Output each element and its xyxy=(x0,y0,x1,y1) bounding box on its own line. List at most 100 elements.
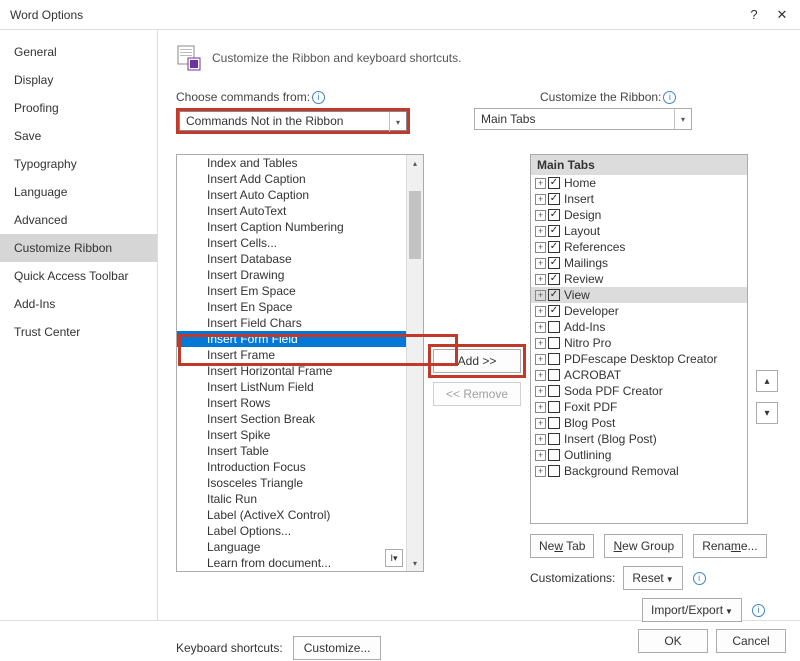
expand-icon[interactable]: + xyxy=(535,338,546,349)
expand-icon[interactable]: + xyxy=(535,306,546,317)
commands-from-select[interactable]: Commands Not in the Ribbon ▾ xyxy=(179,111,407,131)
command-item[interactable]: Insert Section Break xyxy=(177,411,406,427)
checkbox[interactable]: ✓ xyxy=(548,289,560,301)
checkbox[interactable] xyxy=(548,337,560,349)
expand-icon[interactable]: + xyxy=(535,242,546,253)
commands-listbox[interactable]: Index and TablesInsert Add CaptionInsert… xyxy=(176,154,424,572)
command-item[interactable]: Insert Database xyxy=(177,251,406,267)
scroll-thumb[interactable] xyxy=(409,191,421,259)
command-item[interactable]: Insert Auto Caption xyxy=(177,187,406,203)
tree-item-add-ins[interactable]: +Add-Ins xyxy=(531,319,747,335)
command-item[interactable]: Insert Add Caption xyxy=(177,171,406,187)
command-item[interactable]: Insert Form Field xyxy=(177,331,406,347)
command-item[interactable]: Insert AutoText xyxy=(177,203,406,219)
info-icon[interactable]: i xyxy=(663,91,676,104)
tree-item-developer[interactable]: +✓Developer xyxy=(531,303,747,319)
command-item[interactable]: Insert Drawing xyxy=(177,267,406,283)
customize-button[interactable]: Customize... xyxy=(293,636,382,660)
tree-item-view[interactable]: +✓View xyxy=(531,287,747,303)
sidebar-item-proofing[interactable]: Proofing xyxy=(0,94,157,122)
command-item[interactable]: Insert ListNum Field xyxy=(177,379,406,395)
command-item[interactable]: Isosceles Triangle xyxy=(177,475,406,491)
tree-item-review[interactable]: +✓Review xyxy=(531,271,747,287)
expand-icon[interactable]: + xyxy=(535,274,546,285)
checkbox[interactable]: ✓ xyxy=(548,305,560,317)
tree-item-insert[interactable]: +✓Insert xyxy=(531,191,747,207)
info-icon[interactable]: i xyxy=(312,91,325,104)
checkbox[interactable] xyxy=(548,433,560,445)
sidebar-item-save[interactable]: Save xyxy=(0,122,157,150)
sidebar-item-typography[interactable]: Typography xyxy=(0,150,157,178)
expand-icon[interactable]: + xyxy=(535,370,546,381)
rename-button[interactable]: Rename... xyxy=(693,534,766,558)
command-item[interactable]: Insert Horizontal Frame xyxy=(177,363,406,379)
customize-ribbon-select[interactable]: Main Tabs ▾ xyxy=(474,108,692,130)
expand-icon[interactable]: + xyxy=(535,450,546,461)
sidebar-item-advanced[interactable]: Advanced xyxy=(0,206,157,234)
command-item[interactable]: Label (ActiveX Control) xyxy=(177,507,406,523)
command-item[interactable]: Insert Spike xyxy=(177,427,406,443)
scrollbar[interactable]: ▴ ▾ xyxy=(406,155,423,571)
sidebar-item-display[interactable]: Display xyxy=(0,66,157,94)
tree-item-layout[interactable]: +✓Layout xyxy=(531,223,747,239)
tree-item-home[interactable]: +✓Home xyxy=(531,175,747,191)
command-item[interactable]: Insert En Space xyxy=(177,299,406,315)
tree-item-blog-post[interactable]: +Blog Post xyxy=(531,415,747,431)
tree-item-pdfescape-desktop-creator[interactable]: +PDFescape Desktop Creator xyxy=(531,351,747,367)
sidebar-item-add-ins[interactable]: Add-Ins xyxy=(0,290,157,318)
scroll-down-icon[interactable]: ▾ xyxy=(407,555,423,571)
checkbox[interactable] xyxy=(548,321,560,333)
expand-icon[interactable]: + xyxy=(535,210,546,221)
sidebar-item-quick-access-toolbar[interactable]: Quick Access Toolbar xyxy=(0,262,157,290)
expand-icon[interactable]: + xyxy=(535,290,546,301)
command-item[interactable]: Insert Frame xyxy=(177,347,406,363)
checkbox[interactable]: ✓ xyxy=(548,241,560,253)
tree-item-outlining[interactable]: +Outlining xyxy=(531,447,747,463)
checkbox[interactable]: ✓ xyxy=(548,177,560,189)
tree-item-insert-blog-post-[interactable]: +Insert (Blog Post) xyxy=(531,431,747,447)
sidebar-item-customize-ribbon[interactable]: Customize Ribbon xyxy=(0,234,157,262)
command-item[interactable]: Insert Field Chars xyxy=(177,315,406,331)
command-item[interactable]: Insert Caption Numbering xyxy=(177,219,406,235)
move-down-button[interactable]: ▾ xyxy=(756,402,778,424)
sidebar-item-general[interactable]: General xyxy=(0,38,157,66)
expand-icon[interactable]: + xyxy=(535,322,546,333)
modify-button[interactable]: I▾ xyxy=(385,549,403,567)
tree-item-design[interactable]: +✓Design xyxy=(531,207,747,223)
expand-icon[interactable]: + xyxy=(535,194,546,205)
command-item[interactable]: Italic Run xyxy=(177,491,406,507)
expand-icon[interactable]: + xyxy=(535,178,546,189)
tree-item-acrobat[interactable]: +ACROBAT xyxy=(531,367,747,383)
tree-item-mailings[interactable]: +✓Mailings xyxy=(531,255,747,271)
scroll-up-icon[interactable]: ▴ xyxy=(407,155,423,171)
info-icon[interactable]: i xyxy=(752,604,765,617)
checkbox[interactable]: ✓ xyxy=(548,209,560,221)
checkbox[interactable] xyxy=(548,353,560,365)
checkbox[interactable] xyxy=(548,401,560,413)
new-group-button[interactable]: New Group xyxy=(604,534,683,558)
import-export-button[interactable]: Import/Export▼ xyxy=(642,598,742,622)
expand-icon[interactable]: + xyxy=(535,354,546,365)
expand-icon[interactable]: + xyxy=(535,258,546,269)
checkbox[interactable] xyxy=(548,369,560,381)
command-item[interactable]: Insert Table xyxy=(177,443,406,459)
tree-item-nitro-pro[interactable]: +Nitro Pro xyxy=(531,335,747,351)
tree-item-background-removal[interactable]: +Background Removal xyxy=(531,463,747,479)
checkbox[interactable] xyxy=(548,449,560,461)
checkbox[interactable] xyxy=(548,417,560,429)
expand-icon[interactable]: + xyxy=(535,418,546,429)
command-item[interactable]: Learn from document... xyxy=(177,555,406,571)
checkbox[interactable]: ✓ xyxy=(548,257,560,269)
command-item[interactable]: Language xyxy=(177,539,406,555)
tree-item-foxit-pdf[interactable]: +Foxit PDF xyxy=(531,399,747,415)
ribbon-tree[interactable]: Main Tabs +✓Home+✓Insert+✓Design+✓Layout… xyxy=(530,154,748,524)
checkbox[interactable]: ✓ xyxy=(548,225,560,237)
tree-item-references[interactable]: +✓References xyxy=(531,239,747,255)
expand-icon[interactable]: + xyxy=(535,226,546,237)
command-item[interactable]: Label Options... xyxy=(177,523,406,539)
command-item[interactable]: Index and Tables xyxy=(177,155,406,171)
command-item[interactable]: Insert Rows xyxy=(177,395,406,411)
checkbox[interactable]: ✓ xyxy=(548,273,560,285)
sidebar-item-language[interactable]: Language xyxy=(0,178,157,206)
command-item[interactable]: Insert Cells... xyxy=(177,235,406,251)
